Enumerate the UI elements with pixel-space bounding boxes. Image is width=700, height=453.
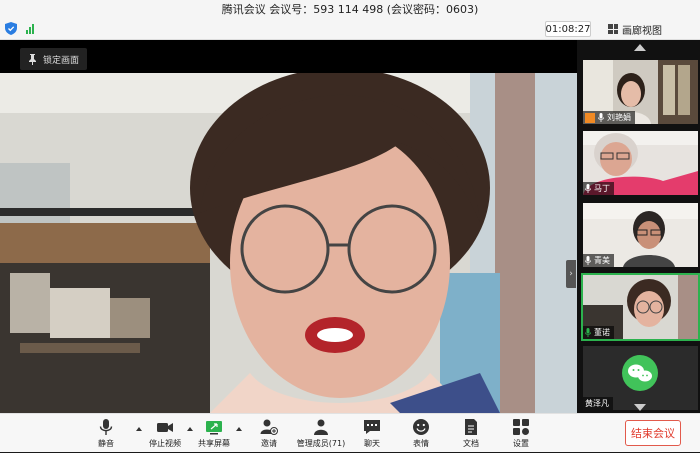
collapse-sidebar-button[interactable]: › bbox=[566, 260, 576, 288]
microphone-icon bbox=[99, 419, 113, 435]
settings-button[interactable]: 设置 bbox=[508, 414, 534, 453]
participant-tile[interactable]: 马丁 bbox=[583, 131, 698, 195]
participant-label: 刘艳娟 bbox=[583, 111, 635, 124]
mute-button[interactable]: 静音 bbox=[93, 414, 119, 453]
host-badge-icon bbox=[585, 112, 595, 123]
grid-icon bbox=[608, 24, 618, 34]
chat-button[interactable]: 聊天 bbox=[360, 414, 384, 453]
window-title: 腾讯会议 会议号：593 114 498 (会议密码：0603) bbox=[0, 0, 700, 18]
microphone-icon bbox=[585, 184, 591, 193]
chat-label: 聊天 bbox=[364, 439, 380, 448]
emoji-label: 表情 bbox=[413, 439, 429, 448]
lock-screen-button[interactable]: 锁定画面 bbox=[20, 48, 88, 70]
meeting-timer: 01:08:27 bbox=[545, 21, 591, 37]
participant-tile-speaking[interactable]: 董诺 bbox=[581, 273, 700, 341]
documents-label: 文档 bbox=[463, 439, 479, 448]
invite-button[interactable]: 邀请 bbox=[256, 414, 282, 453]
participant-tile[interactable]: 黄泽凡 bbox=[583, 346, 698, 410]
participant-name: 刘艳娟 bbox=[607, 113, 631, 122]
participant-label: 青美 bbox=[583, 254, 614, 267]
mute-label: 静音 bbox=[98, 439, 114, 448]
microphone-icon bbox=[585, 256, 591, 265]
document-icon bbox=[465, 419, 477, 435]
participant-name: 董诺 bbox=[594, 328, 610, 337]
end-meeting-button[interactable]: 结束会议 bbox=[625, 420, 681, 446]
participant-label: 马丁 bbox=[583, 182, 614, 195]
lock-screen-label: 锁定画面 bbox=[43, 55, 80, 66]
video-camera-icon bbox=[157, 423, 173, 432]
participant-tile[interactable]: 青美 bbox=[583, 203, 698, 267]
share-screen-icon bbox=[206, 421, 222, 435]
gallery-view-button[interactable]: 画廊视图 bbox=[608, 21, 662, 37]
participant-name: 黄泽凡 bbox=[585, 399, 609, 408]
meeting-toolbar: 静音 停止视频 共享屏幕 邀请 管理成员(71) 聊天 表情 文档 设置 结束会… bbox=[0, 413, 700, 452]
users-icon bbox=[314, 419, 328, 435]
scroll-up-arrow-icon[interactable] bbox=[634, 44, 646, 51]
smiley-icon bbox=[413, 419, 429, 435]
chat-icon bbox=[364, 420, 380, 434]
participant-name: 马丁 bbox=[594, 184, 610, 193]
stop-video-button[interactable]: 停止视频 bbox=[146, 414, 184, 453]
pin-icon bbox=[29, 53, 36, 65]
mute-options-caret-icon[interactable] bbox=[136, 427, 142, 431]
participant-label: 董诺 bbox=[583, 326, 614, 339]
participant-label: 黄泽凡 bbox=[583, 397, 613, 410]
share-screen-button[interactable]: 共享屏幕 bbox=[196, 414, 232, 453]
signal-icon[interactable] bbox=[26, 23, 34, 34]
manage-members-label: 管理成员(71) bbox=[296, 439, 346, 448]
video-options-caret-icon[interactable] bbox=[187, 427, 193, 431]
add-user-icon bbox=[260, 419, 278, 435]
microphone-active-icon bbox=[585, 328, 591, 337]
chevron-right-icon: › bbox=[569, 269, 573, 279]
participant-name: 青美 bbox=[594, 256, 610, 265]
settings-label: 设置 bbox=[513, 439, 529, 448]
gallery-view-label: 画廊视图 bbox=[622, 25, 662, 37]
invite-label: 邀请 bbox=[261, 439, 277, 448]
scroll-down-arrow-icon[interactable] bbox=[634, 404, 646, 411]
documents-button[interactable]: 文档 bbox=[459, 414, 483, 453]
emoji-button[interactable]: 表情 bbox=[408, 414, 434, 453]
share-options-caret-icon[interactable] bbox=[236, 427, 242, 431]
stop-video-label: 停止视频 bbox=[149, 439, 181, 448]
share-screen-label: 共享屏幕 bbox=[198, 439, 230, 448]
shield-icon[interactable] bbox=[5, 22, 17, 35]
participant-tile[interactable]: 刘艳娟 bbox=[583, 60, 698, 124]
info-bar: 01:08:27 画廊视图 bbox=[0, 18, 700, 40]
microphone-icon bbox=[598, 113, 604, 122]
main-video[interactable]: 锁定画面 › bbox=[0, 40, 577, 413]
settings-grid-icon bbox=[513, 419, 529, 435]
manage-members-button[interactable]: 管理成员(71) bbox=[294, 414, 348, 453]
speaker-video-frame bbox=[0, 73, 577, 413]
